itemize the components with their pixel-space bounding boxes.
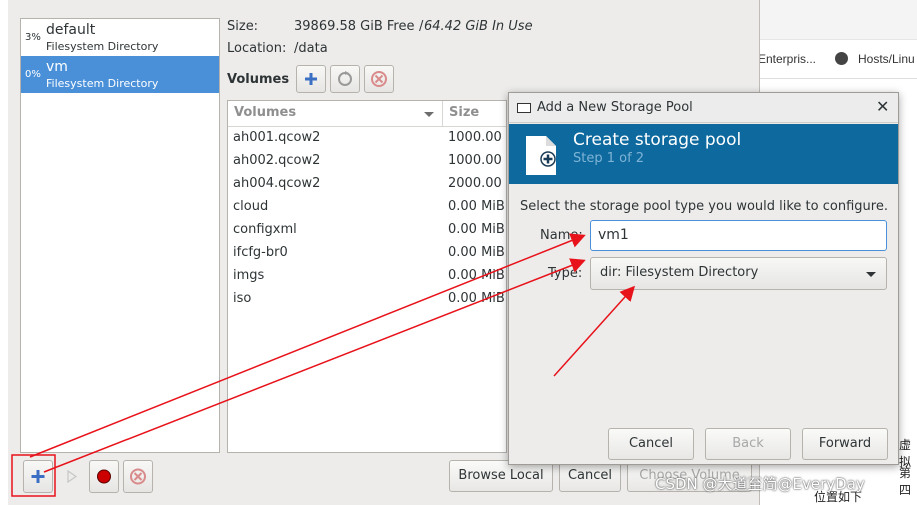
watermark: CSDN @大道至简@EveryDay: [655, 475, 865, 493]
annotation-overlay: [11, 233, 636, 497]
annotation-arrow: [29, 233, 586, 458]
annotation-arrow: [43, 258, 586, 473]
annotation-arrow: [553, 285, 636, 377]
highlight-box: [11, 454, 56, 497]
